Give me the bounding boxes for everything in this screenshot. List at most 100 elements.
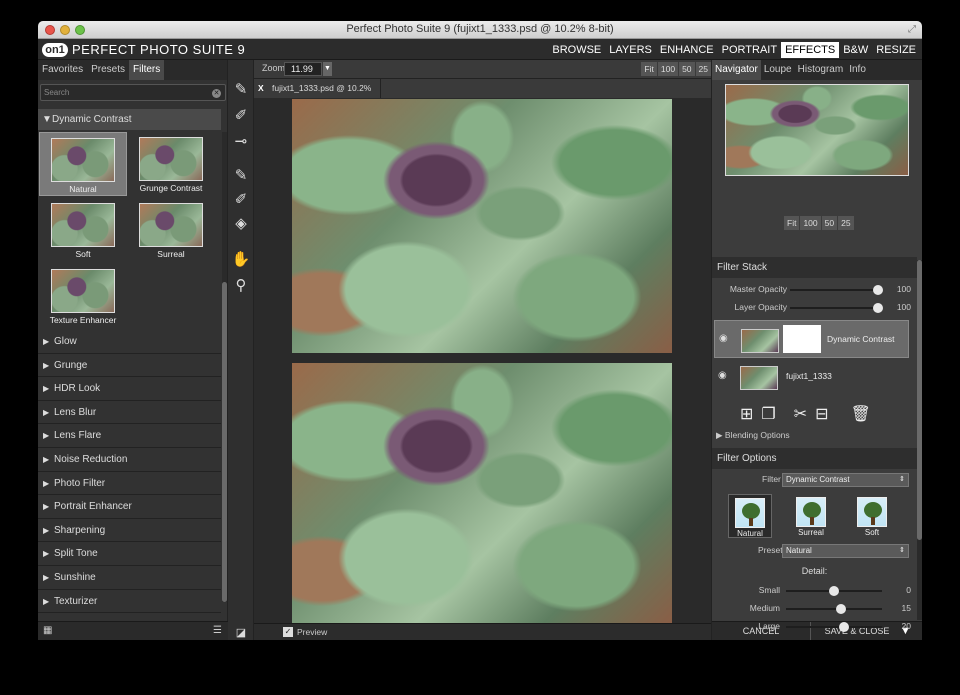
slider-track[interactable] xyxy=(790,285,883,295)
slider-knob[interactable] xyxy=(829,586,839,596)
filter-select[interactable]: Dynamic Contrast ⇕ xyxy=(782,473,909,487)
mode-surreal[interactable]: Surreal xyxy=(789,494,833,538)
slider-track[interactable] xyxy=(786,622,882,632)
category-sunshine[interactable]: ▶ Sunshine xyxy=(38,566,221,590)
brush-tool-icon[interactable]: ✎ xyxy=(231,80,251,100)
filter-layer-dynamic-contrast[interactable]: ◉ Dynamic Contrast xyxy=(714,320,909,358)
zoom-dropdown-icon[interactable]: ▼ xyxy=(323,62,332,76)
tab-navigator[interactable]: Navigator xyxy=(712,60,761,80)
slider-knob[interactable] xyxy=(836,604,846,614)
hand-tool-icon[interactable]: ✋ xyxy=(231,250,251,270)
preview-image-after[interactable] xyxy=(292,363,672,623)
category-lens-flare[interactable]: ▶ Lens Flare xyxy=(38,424,221,448)
category-photo-filter[interactable]: ▶ Photo Filter xyxy=(38,472,221,496)
tab-filters[interactable]: Filters xyxy=(129,60,165,80)
bucket-tool-icon[interactable]: ◈ xyxy=(231,214,251,234)
layer-mask-thumbnail[interactable] xyxy=(783,325,821,353)
slider-knob[interactable] xyxy=(873,303,883,313)
brush-minus-tool-icon[interactable]: ✐ xyxy=(231,106,251,126)
close-document-icon[interactable]: X xyxy=(258,79,264,98)
list-view-icon[interactable]: ☰ xyxy=(213,625,222,636)
module-resize[interactable]: RESIZE xyxy=(872,42,920,58)
category-split-tone[interactable]: ▶ Split Tone xyxy=(38,542,221,566)
add-layer-icon[interactable]: ⊞ xyxy=(740,404,753,424)
nav-100-button[interactable]: 100 xyxy=(800,216,821,230)
detail-medium-slider[interactable]: Medium 15 xyxy=(712,602,917,616)
tab-loupe[interactable]: Loupe xyxy=(761,60,795,80)
category-dynamic-contrast[interactable]: ▼ Dynamic Contrast xyxy=(38,109,221,130)
nav-25-button[interactable]: 25 xyxy=(838,216,854,230)
document-tab[interactable]: X fujixt1_1333.psd @ 10.2% 8-bit xyxy=(254,79,381,112)
preset-surreal[interactable]: Surreal xyxy=(127,198,215,262)
module-enhance[interactable]: ENHANCE xyxy=(656,42,718,58)
slider-knob[interactable] xyxy=(873,285,883,295)
module-bw[interactable]: B&W xyxy=(839,42,872,58)
category-sharpening[interactable]: ▶ Sharpening xyxy=(38,519,221,543)
nav-fit-button[interactable]: Fit xyxy=(784,216,800,230)
zoom-fit-button[interactable]: Fit xyxy=(641,62,657,76)
left-scrollbar[interactable] xyxy=(222,132,227,602)
category-portrait-enhancer[interactable]: ▶ Portrait Enhancer xyxy=(38,495,221,519)
module-browse[interactable]: BROWSE xyxy=(548,42,605,58)
slider-track[interactable] xyxy=(790,303,883,313)
clear-search-icon[interactable]: ✕ xyxy=(212,89,221,98)
filter-stack-header[interactable]: Filter Stack xyxy=(712,257,917,278)
visibility-eye-icon[interactable]: ◉ xyxy=(718,370,727,381)
slider-track[interactable] xyxy=(786,586,882,596)
detail-large-slider[interactable]: Large 20 xyxy=(712,620,917,634)
scrollbar-thumb[interactable] xyxy=(222,282,227,602)
paint-add-tool-icon[interactable]: ✐ xyxy=(231,190,251,210)
filter-layer-base[interactable]: ◉ fujixt1_1333 xyxy=(714,358,909,396)
category-grunge[interactable]: ▶ Grunge xyxy=(38,354,221,378)
gradient-mask-tool-icon[interactable]: ⊸ xyxy=(231,132,251,152)
module-effects[interactable]: EFFECTS xyxy=(781,41,840,58)
visibility-eye-icon[interactable]: ◉ xyxy=(719,333,728,344)
preview-image-before[interactable] xyxy=(292,99,672,353)
layer-opacity-slider[interactable]: Layer Opacity 100 xyxy=(712,301,917,315)
zoom-tool-icon[interactable]: ⚲ xyxy=(231,276,251,296)
category-lens-blur[interactable]: ▶ Lens Blur xyxy=(38,401,221,425)
preset-grunge-contrast[interactable]: Grunge Contrast xyxy=(127,132,215,196)
tab-histogram[interactable]: Histogram xyxy=(795,60,847,80)
slider-track[interactable] xyxy=(786,604,882,614)
zoom-100-button[interactable]: 100 xyxy=(657,62,679,76)
tab-presets[interactable]: Presets xyxy=(87,60,129,80)
mode-natural[interactable]: Natural xyxy=(728,494,772,538)
copy-mask-icon[interactable]: ⊟ xyxy=(815,404,828,424)
image-canvas[interactable] xyxy=(254,98,711,623)
preset-natural[interactable]: Natural xyxy=(39,132,127,196)
slider-knob[interactable] xyxy=(839,622,849,632)
trash-icon[interactable]: 🗑 xyxy=(851,404,871,424)
fullscreen-icon[interactable]: ⤢ xyxy=(908,24,916,35)
duplicate-layer-icon[interactable]: ❐ xyxy=(761,404,775,424)
paint-tool-icon[interactable]: ✎ xyxy=(231,166,251,186)
preset-soft[interactable]: Soft xyxy=(39,198,127,262)
category-glow[interactable]: ▶ Glow xyxy=(38,330,221,354)
nav-50-button[interactable]: 50 xyxy=(821,216,838,230)
right-scrollbar[interactable] xyxy=(917,260,922,620)
scrollbar-thumb[interactable] xyxy=(917,260,922,540)
add-mask-icon[interactable]: ✂ xyxy=(794,404,807,424)
category-texturizer[interactable]: ▶ Texturizer xyxy=(38,590,221,614)
category-noise-reduction[interactable]: ▶ Noise Reduction xyxy=(38,448,221,472)
navigator-preview[interactable] xyxy=(725,84,909,176)
master-opacity-slider[interactable]: Master Opacity 100 xyxy=(712,283,917,297)
module-layers[interactable]: LAYERS xyxy=(605,42,656,58)
preview-checkbox[interactable]: ✓ xyxy=(283,627,293,637)
preset-select[interactable]: Natural ⇕ xyxy=(782,544,909,558)
search-input[interactable]: Search ✕ xyxy=(40,84,226,101)
mode-soft[interactable]: Soft xyxy=(850,494,894,538)
module-portrait[interactable]: PORTRAIT xyxy=(718,42,781,58)
blending-options-toggle[interactable]: ▶ Blending Options xyxy=(716,430,790,441)
detail-small-slider[interactable]: Small 0 xyxy=(712,584,917,598)
preset-texture-enhancer[interactable]: Texture Enhancer xyxy=(39,264,127,328)
compare-view-icon[interactable]: ◪ xyxy=(231,623,251,640)
tab-favorites[interactable]: Favorites xyxy=(38,60,87,80)
filter-options-header[interactable]: Filter Options xyxy=(712,448,917,469)
category-hdr-look[interactable]: ▶ HDR Look xyxy=(38,377,221,401)
zoom-field[interactable]: 11.99 xyxy=(284,62,322,76)
tab-info[interactable]: Info xyxy=(846,60,869,80)
zoom-50-button[interactable]: 50 xyxy=(679,62,695,76)
grid-view-icon[interactable]: ▦ xyxy=(43,625,52,636)
zoom-25-button[interactable]: 25 xyxy=(695,62,711,76)
